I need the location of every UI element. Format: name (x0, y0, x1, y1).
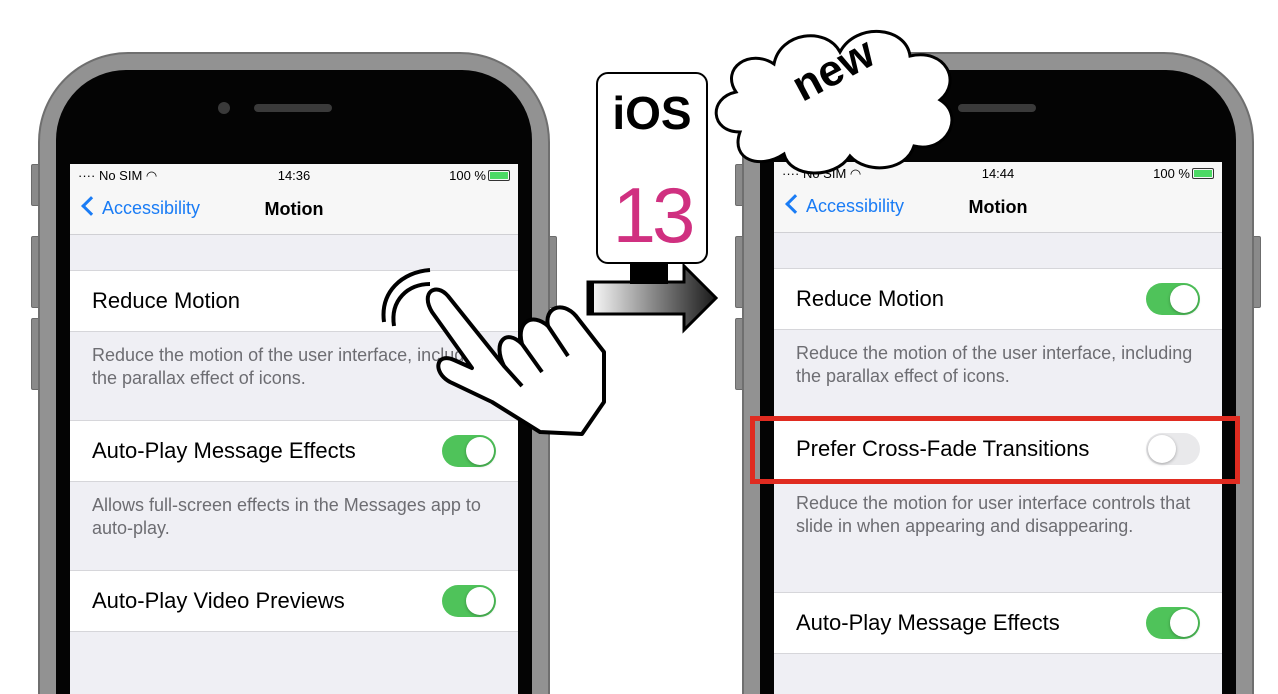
highlight-box (750, 416, 1240, 484)
row-description: Allows full-screen effects in the Messag… (92, 495, 481, 538)
plug-connector (630, 264, 668, 284)
toggle-switch[interactable] (442, 585, 496, 617)
page-title: Motion (968, 197, 1028, 217)
ios-label: iOS (612, 87, 692, 139)
speaker (254, 104, 332, 112)
battery-icon (1192, 168, 1214, 179)
battery-indicator: 100 % (1153, 166, 1214, 181)
ios-badge: iOS 13 (596, 72, 708, 264)
battery-icon (488, 170, 510, 181)
row-description: Reduce the motion of the user interface,… (796, 343, 1193, 386)
row-label: Auto-Play Video Previews (92, 588, 345, 613)
row-label: Auto-Play Message Effects (92, 438, 356, 463)
hand-pointer-icon (381, 268, 606, 436)
row-reduce-motion: Reduce Motion (774, 268, 1222, 330)
status-bar: ···· No SIM ◠ 14:36 100 % (70, 164, 518, 186)
ios-version: 13 (612, 171, 696, 259)
row-auto-play-video-previews: Auto-Play Video Previews (70, 570, 518, 632)
battery-indicator: 100 % (449, 168, 510, 183)
toggle-switch[interactable] (1146, 607, 1200, 639)
nav-bar: Accessibility Motion (774, 184, 1222, 233)
row-auto-play-message-effects: Auto-Play Message Effects (774, 592, 1222, 654)
row-label: Reduce Motion (796, 286, 944, 311)
page-title: Motion (264, 199, 324, 219)
toggle-switch[interactable] (1146, 283, 1200, 315)
row-label: Reduce Motion (92, 288, 240, 313)
camera (218, 102, 230, 114)
row-description: Reduce the motion for user interface con… (796, 493, 1191, 536)
nav-bar: Accessibility Motion (70, 186, 518, 235)
row-label: Auto-Play Message Effects (796, 610, 1060, 635)
